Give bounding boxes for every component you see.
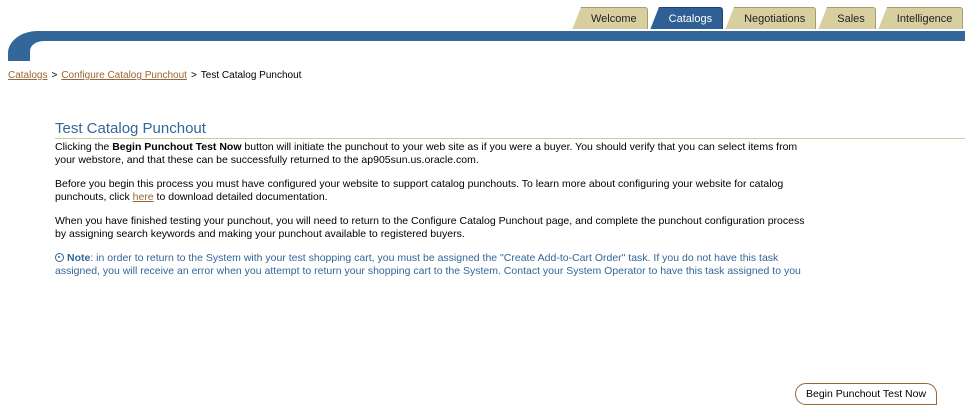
completion-text: by assigning search keywords and making … <box>55 228 465 240</box>
main-content: Test Catalog Punchout Clicking the Begin… <box>55 120 965 289</box>
breadcrumb: Catalogs > Configure Catalog Punchout > Test… <box>8 70 301 81</box>
prerequisite-paragraph: Before you begin this process you must h… <box>55 178 965 204</box>
tab-sales[interactable]: Sales <box>818 7 876 30</box>
prerequisite-text: punchouts, click <box>55 191 133 203</box>
begin-punchout-test-button[interactable]: Begin Punchout Test Now <box>795 383 938 405</box>
breadcrumb-link-configure-punchout[interactable]: Configure Catalog Punchout <box>61 70 187 81</box>
intro-text: Clicking the <box>55 141 113 153</box>
completion-paragraph: When you have finished testing your punc… <box>55 215 965 241</box>
tab-negotiations[interactable]: Negotiations <box>725 7 817 30</box>
note-label: Note <box>67 252 91 264</box>
tab-catalogs[interactable]: Catalogs <box>649 7 724 30</box>
page-title: Test Catalog Punchout <box>55 120 965 139</box>
header-banner <box>8 31 965 61</box>
tab-welcome[interactable]: Welcome <box>572 7 648 30</box>
intro-paragraph: Clicking the Begin Punchout Test Now but… <box>55 141 965 167</box>
note-text: assigned, you will receive an error when… <box>55 265 801 277</box>
banner-curve <box>30 41 965 61</box>
button-reference: Begin Punchout Test Now <box>112 141 242 153</box>
note-text: : in order to return to the System with … <box>90 252 779 264</box>
breadcrumb-separator: > <box>190 70 197 81</box>
info-icon <box>55 253 64 262</box>
tab-intelligence[interactable]: Intelligence <box>877 7 964 30</box>
documentation-link[interactable]: here <box>133 191 154 203</box>
prerequisite-text: to download detailed documentation. <box>153 191 328 203</box>
breadcrumb-separator: > <box>51 70 58 81</box>
completion-text: When you have finished testing your punc… <box>55 215 805 227</box>
prerequisite-text: Before you begin this process you must h… <box>55 178 784 190</box>
intro-text: your webstore, and that these can be suc… <box>55 154 479 166</box>
breadcrumb-current: Test Catalog Punchout <box>200 70 302 81</box>
breadcrumb-link-catalogs[interactable]: Catalogs <box>8 70 47 81</box>
tab-bar: Welcome Catalogs Negotiations Sales Inte… <box>572 7 965 31</box>
intro-text: button will initiate the punchout to you… <box>241 141 798 153</box>
note-paragraph: Note: in order to return to the System w… <box>55 252 965 278</box>
